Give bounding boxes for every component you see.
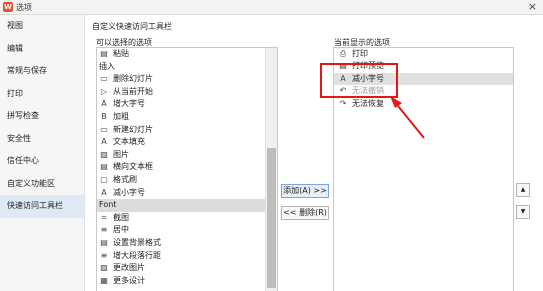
list-item[interactable]: ▭ 删除幻灯片: [97, 73, 277, 86]
app-logo-icon: W: [3, 2, 13, 12]
list-item-label: 居中: [113, 225, 129, 235]
list-item-label: 增大段落行距: [113, 250, 161, 260]
decrease-font-icon: A: [101, 187, 107, 197]
play-from-current-icon: ▷: [100, 86, 108, 96]
available-commands-list[interactable]: ▤ 粘贴插入 ▭ 删除幻灯片 ▷ 从当前开始 A 增大字号 B 加粗 ▭ 新建幻灯片 A 文本填充 ▨ 图片 ▤…: [96, 47, 278, 291]
sidebar-item[interactable]: 编辑: [0, 38, 84, 61]
options-sidebar: 视图 编辑 常规与保存 打印 拼写检查 安全性 信任中心 自定义功能区 快速访问工具栏: [0, 15, 85, 291]
list-item-label: 减小字号: [113, 187, 145, 197]
list-item[interactable]: ▤ 横向文本框: [97, 161, 277, 174]
list-item[interactable]: ▤ 设置背景格式: [97, 237, 277, 250]
list-item[interactable]: ≡ 增大段落行距: [97, 250, 277, 263]
list-item-label: 新建幻灯片: [113, 124, 153, 134]
list-item-label: 无法恢复: [352, 98, 384, 108]
list-item-label: Font: [99, 200, 117, 210]
more-design-icon: ▦: [100, 275, 108, 285]
add-button[interactable]: 添加(A) >>: [281, 184, 329, 198]
list-item[interactable]: ↷ 无法恢复: [334, 98, 513, 110]
list-item-label: 文本填充: [113, 137, 145, 147]
title-bar: W 选项 ×: [0, 0, 543, 15]
text-fill-icon: A: [101, 137, 107, 147]
list-group-heading[interactable]: Font: [97, 199, 277, 212]
list-item-label: 横向文本框: [113, 162, 153, 172]
shape-icon: ▢: [100, 174, 108, 184]
background-format-icon: ▤: [100, 237, 108, 247]
paste-icon: ▤: [100, 49, 108, 58]
list-item[interactable]: ≡ 居中: [97, 224, 277, 237]
list-item-label: 截图: [113, 212, 129, 222]
list-item[interactable]: ▭ 新建幻灯片: [97, 124, 277, 137]
remove-button[interactable]: << 删除(R): [281, 206, 329, 220]
move-down-button[interactable]: ▼: [516, 205, 530, 219]
list-item[interactable]: B 加粗: [97, 111, 277, 124]
list-item[interactable]: ▷ 从当前开始: [97, 86, 277, 99]
list-item[interactable]: ▨ 图片: [97, 149, 277, 162]
redo-icon: ↷: [339, 98, 347, 108]
list-item[interactable]: ⌗ 截图: [97, 212, 277, 225]
list-item[interactable]: A 增大字号: [97, 98, 277, 111]
list-item[interactable]: ▢ 格式刷: [97, 174, 277, 187]
list-item-label: 删除幻灯片: [113, 74, 153, 84]
list-item-label: 插入: [99, 61, 115, 71]
list-item[interactable]: ⎙ 打印: [334, 48, 513, 60]
list-item-label: 增大字号: [113, 99, 145, 109]
list-item-label: 打印: [352, 49, 368, 58]
center-icon: ≡: [100, 225, 108, 235]
list-item-label: 图片: [113, 149, 129, 159]
list-item[interactable]: ▦ 更多设计: [97, 275, 277, 288]
bold-icon: B: [101, 111, 107, 121]
move-up-button[interactable]: ▲: [516, 183, 530, 197]
list-item-label: 更多设计: [113, 275, 145, 285]
list-item-label: 设置背景格式: [113, 237, 161, 247]
delete-slide-icon: ▭: [100, 74, 108, 84]
sidebar-item[interactable]: 安全性: [0, 128, 84, 151]
list-item-label: 粘贴: [113, 49, 129, 58]
sidebar-item[interactable]: 自定义功能区: [0, 173, 84, 196]
line-spacing-icon: ≡: [100, 250, 108, 260]
list-item-label: 从当前开始: [113, 86, 153, 96]
window-title: 选项: [16, 3, 32, 12]
print-icon: ⎙: [339, 48, 347, 58]
list-item[interactable]: A 文本填充: [97, 136, 277, 149]
new-slide-icon: ▭: [100, 124, 108, 134]
sidebar-item[interactable]: 常规与保存: [0, 60, 84, 83]
list-item[interactable]: A 减小字号: [97, 187, 277, 200]
sidebar-item[interactable]: 快速访问工具栏: [0, 195, 84, 218]
picture-icon: ▨: [100, 149, 108, 159]
increase-font-icon: A: [101, 99, 107, 109]
available-commands-scrollbar[interactable]: [265, 48, 277, 291]
sidebar-item[interactable]: 打印: [0, 83, 84, 106]
scrollbar-thumb[interactable]: [267, 148, 276, 288]
horizontal-textbox-icon: ▤: [100, 162, 108, 172]
screenshot-icon: ⌗: [101, 212, 107, 222]
list-item-label: 格式刷: [113, 174, 137, 184]
list-item[interactable]: ▤ 粘贴: [97, 48, 277, 61]
close-icon[interactable]: ×: [528, 0, 537, 14]
sidebar-item[interactable]: 信任中心: [0, 150, 84, 173]
list-group-heading[interactable]: 插入: [97, 61, 277, 74]
list-item-label: 更改图片: [113, 263, 145, 273]
change-picture-icon: ▨: [100, 263, 108, 273]
list-item-label: 加粗: [113, 111, 129, 121]
sidebar-item[interactable]: 拼写检查: [0, 105, 84, 128]
list-item[interactable]: ▨ 更改图片: [97, 262, 277, 275]
section-title: 自定义快速访问工具栏: [92, 22, 172, 31]
annotation-highlight-box: [320, 63, 398, 98]
sidebar-item[interactable]: 视图: [0, 15, 84, 38]
